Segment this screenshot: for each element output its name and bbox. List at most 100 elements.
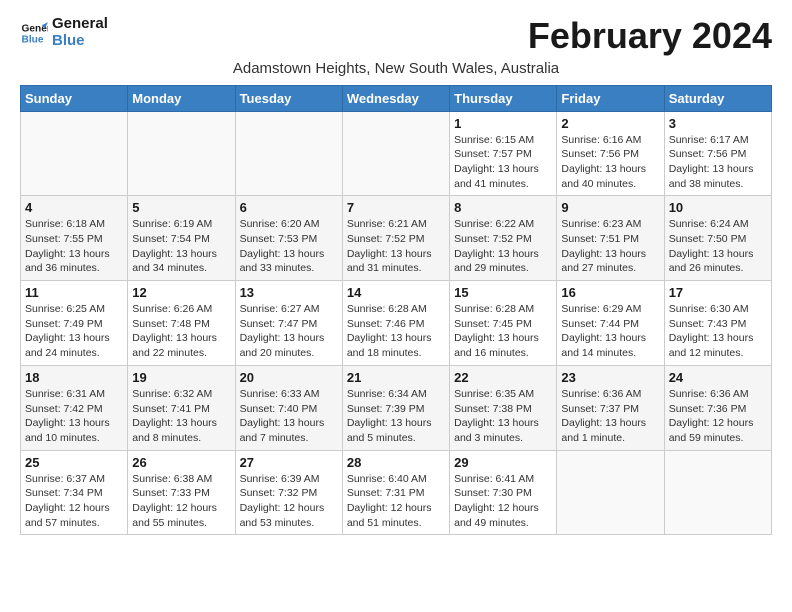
day-number: 6	[240, 200, 338, 215]
day-info: Sunrise: 6:36 AMSunset: 7:36 PMDaylight:…	[669, 387, 767, 446]
day-info: Sunrise: 6:26 AMSunset: 7:48 PMDaylight:…	[132, 302, 230, 361]
day-info: Sunrise: 6:28 AMSunset: 7:46 PMDaylight:…	[347, 302, 445, 361]
calendar-cell: 11 Sunrise: 6:25 AMSunset: 7:49 PMDayligh…	[21, 281, 128, 366]
weekday-header-monday: Monday	[128, 85, 235, 111]
svg-text:Blue: Blue	[22, 34, 44, 45]
calendar-cell: 27 Sunrise: 6:39 AMSunset: 7:32 PMDayligh…	[235, 450, 342, 535]
day-info: Sunrise: 6:20 AMSunset: 7:53 PMDaylight:…	[240, 217, 338, 276]
calendar-cell: 20Sunrise: 6:33 AMSunset: 7:40 PMDayligh…	[235, 365, 342, 450]
day-number: 8	[454, 200, 552, 215]
calendar-week-4: 18Sunrise: 6:31 AMSunset: 7:42 PMDayligh…	[21, 365, 772, 450]
day-number: 11	[25, 285, 123, 300]
calendar-cell: 6 Sunrise: 6:20 AMSunset: 7:53 PMDaylight…	[235, 196, 342, 281]
day-info: Sunrise: 6:22 AMSunset: 7:52 PMDaylight:…	[454, 217, 552, 276]
day-number: 24	[669, 370, 767, 385]
calendar-cell: 25Sunrise: 6:37 AMSunset: 7:34 PMDayligh…	[21, 450, 128, 535]
day-info: Sunrise: 6:29 AMSunset: 7:44 PMDaylight:…	[561, 302, 659, 361]
day-number: 10	[669, 200, 767, 215]
calendar-cell: 10 Sunrise: 6:24 AMSunset: 7:50 PMDayligh…	[664, 196, 771, 281]
day-info: Sunrise: 6:38 AMSunset: 7:33 PMDaylight:…	[132, 472, 230, 531]
day-number: 22	[454, 370, 552, 385]
calendar-cell: 2 Sunrise: 6:16 AMSunset: 7:56 PMDaylight…	[557, 111, 664, 196]
calendar-cell	[557, 450, 664, 535]
day-info: Sunrise: 6:23 AMSunset: 7:51 PMDaylight:…	[561, 217, 659, 276]
calendar-table: SundayMondayTuesdayWednesdayThursdayFrid…	[20, 85, 772, 536]
day-info: Sunrise: 6:35 AMSunset: 7:38 PMDaylight:…	[454, 387, 552, 446]
day-number: 29	[454, 455, 552, 470]
day-info: Sunrise: 6:25 AMSunset: 7:49 PMDaylight:…	[25, 302, 123, 361]
weekday-header-saturday: Saturday	[664, 85, 771, 111]
title-block: February 2024	[528, 16, 772, 56]
calendar-cell	[235, 111, 342, 196]
weekday-header-sunday: Sunday	[21, 85, 128, 111]
calendar-cell: 7 Sunrise: 6:21 AMSunset: 7:52 PMDaylight…	[342, 196, 449, 281]
month-title: February 2024	[528, 16, 772, 56]
calendar-cell: 24 Sunrise: 6:36 AMSunset: 7:36 PMDayligh…	[664, 365, 771, 450]
day-info: Sunrise: 6:40 AMSunset: 7:31 PMDaylight:…	[347, 472, 445, 531]
day-number: 28	[347, 455, 445, 470]
calendar-header: SundayMondayTuesdayWednesdayThursdayFrid…	[21, 85, 772, 111]
day-info: Sunrise: 6:16 AMSunset: 7:56 PMDaylight:…	[561, 133, 659, 192]
calendar-cell: 26Sunrise: 6:38 AMSunset: 7:33 PMDayligh…	[128, 450, 235, 535]
weekday-header-friday: Friday	[557, 85, 664, 111]
calendar-cell	[21, 111, 128, 196]
day-info: Sunrise: 6:30 AMSunset: 7:43 PMDaylight:…	[669, 302, 767, 361]
calendar-cell: 23Sunrise: 6:36 AMSunset: 7:37 PMDayligh…	[557, 365, 664, 450]
logo-icon: General Blue	[20, 19, 48, 47]
calendar-cell: 13Sunrise: 6:27 AMSunset: 7:47 PMDayligh…	[235, 281, 342, 366]
calendar-cell: 21Sunrise: 6:34 AMSunset: 7:39 PMDayligh…	[342, 365, 449, 450]
day-number: 9	[561, 200, 659, 215]
calendar-week-1: 1 Sunrise: 6:15 AMSunset: 7:57 PMDaylight…	[21, 111, 772, 196]
day-info: Sunrise: 6:19 AMSunset: 7:54 PMDaylight:…	[132, 217, 230, 276]
calendar-cell: 15 Sunrise: 6:28 AMSunset: 7:45 PMDayligh…	[450, 281, 557, 366]
day-number: 27	[240, 455, 338, 470]
day-number: 12	[132, 285, 230, 300]
day-info: Sunrise: 6:24 AMSunset: 7:50 PMDaylight:…	[669, 217, 767, 276]
calendar-cell: 28 Sunrise: 6:40 AMSunset: 7:31 PMDayligh…	[342, 450, 449, 535]
logo: General Blue General Blue	[20, 16, 108, 49]
day-number: 1	[454, 116, 552, 131]
day-info: Sunrise: 6:36 AMSunset: 7:37 PMDaylight:…	[561, 387, 659, 446]
logo-line2: Blue	[52, 33, 108, 50]
calendar-cell	[128, 111, 235, 196]
day-info: Sunrise: 6:34 AMSunset: 7:39 PMDaylight:…	[347, 387, 445, 446]
logo-line1: General	[52, 16, 108, 33]
calendar-cell: 3 Sunrise: 6:17 AMSunset: 7:56 PMDaylight…	[664, 111, 771, 196]
weekday-header-tuesday: Tuesday	[235, 85, 342, 111]
weekday-header-wednesday: Wednesday	[342, 85, 449, 111]
calendar-cell: 17 Sunrise: 6:30 AMSunset: 7:43 PMDayligh…	[664, 281, 771, 366]
day-number: 7	[347, 200, 445, 215]
day-info: Sunrise: 6:18 AMSunset: 7:55 PMDaylight:…	[25, 217, 123, 276]
day-info: Sunrise: 6:33 AMSunset: 7:40 PMDaylight:…	[240, 387, 338, 446]
calendar-cell: 14 Sunrise: 6:28 AMSunset: 7:46 PMDayligh…	[342, 281, 449, 366]
day-info: Sunrise: 6:17 AMSunset: 7:56 PMDaylight:…	[669, 133, 767, 192]
calendar-cell: 16Sunrise: 6:29 AMSunset: 7:44 PMDayligh…	[557, 281, 664, 366]
header-row: SundayMondayTuesdayWednesdayThursdayFrid…	[21, 85, 772, 111]
weekday-header-thursday: Thursday	[450, 85, 557, 111]
day-info: Sunrise: 6:21 AMSunset: 7:52 PMDaylight:…	[347, 217, 445, 276]
calendar-cell: 12 Sunrise: 6:26 AMSunset: 7:48 PMDayligh…	[128, 281, 235, 366]
day-info: Sunrise: 6:41 AMSunset: 7:30 PMDaylight:…	[454, 472, 552, 531]
day-info: Sunrise: 6:39 AMSunset: 7:32 PMDaylight:…	[240, 472, 338, 531]
location-subtitle: Adamstown Heights, New South Wales, Aust…	[20, 60, 772, 77]
calendar-cell: 19Sunrise: 6:32 AMSunset: 7:41 PMDayligh…	[128, 365, 235, 450]
day-info: Sunrise: 6:31 AMSunset: 7:42 PMDaylight:…	[25, 387, 123, 446]
calendar-cell: 4Sunrise: 6:18 AMSunset: 7:55 PMDaylight…	[21, 196, 128, 281]
calendar-cell	[664, 450, 771, 535]
calendar-cell: 9 Sunrise: 6:23 AMSunset: 7:51 PMDaylight…	[557, 196, 664, 281]
calendar-week-5: 25Sunrise: 6:37 AMSunset: 7:34 PMDayligh…	[21, 450, 772, 535]
day-number: 2	[561, 116, 659, 131]
calendar-cell: 29 Sunrise: 6:41 AMSunset: 7:30 PMDayligh…	[450, 450, 557, 535]
day-number: 3	[669, 116, 767, 131]
day-info: Sunrise: 6:28 AMSunset: 7:45 PMDaylight:…	[454, 302, 552, 361]
calendar-cell: 5Sunrise: 6:19 AMSunset: 7:54 PMDaylight…	[128, 196, 235, 281]
calendar-cell	[342, 111, 449, 196]
day-info: Sunrise: 6:15 AMSunset: 7:57 PMDaylight:…	[454, 133, 552, 192]
day-number: 13	[240, 285, 338, 300]
calendar-week-3: 11 Sunrise: 6:25 AMSunset: 7:49 PMDayligh…	[21, 281, 772, 366]
day-number: 19	[132, 370, 230, 385]
day-number: 14	[347, 285, 445, 300]
calendar-week-2: 4Sunrise: 6:18 AMSunset: 7:55 PMDaylight…	[21, 196, 772, 281]
day-number: 15	[454, 285, 552, 300]
day-number: 17	[669, 285, 767, 300]
